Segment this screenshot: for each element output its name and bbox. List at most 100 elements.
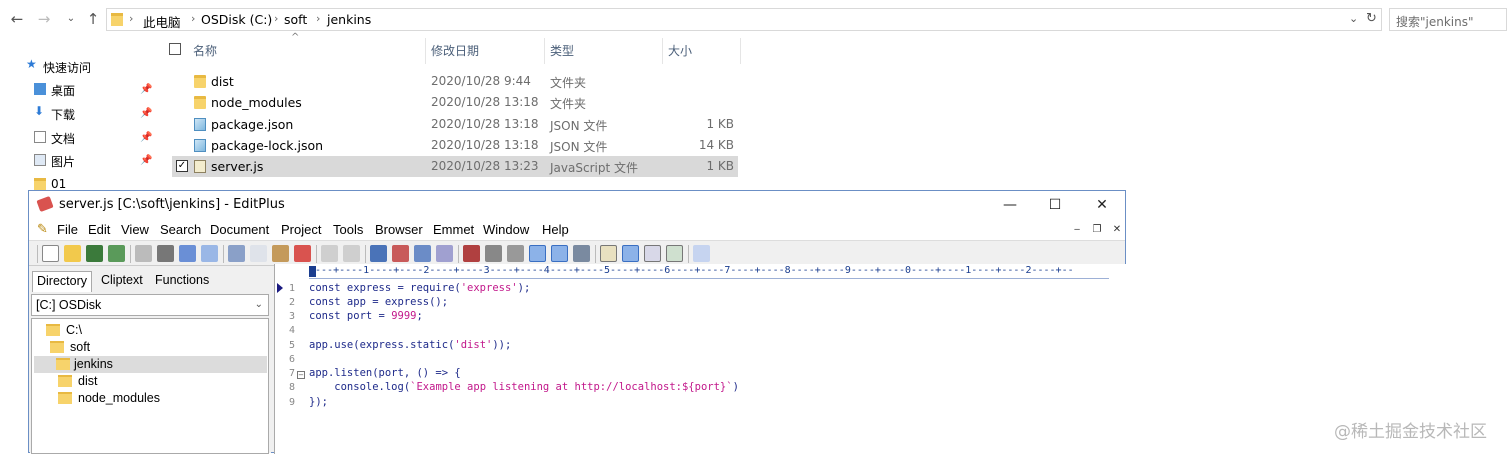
minimize-button[interactable]: — [995, 195, 1025, 215]
goto-line-icon[interactable] [436, 245, 453, 262]
line-number-icon[interactable] [529, 245, 546, 262]
pin-icon[interactable]: 📌 [140, 132, 152, 143]
find-in-files-icon[interactable] [414, 245, 431, 262]
code-line-7: app.listen(port, () => { [309, 367, 461, 379]
menu-search[interactable]: Search [160, 222, 201, 237]
column-header-type[interactable]: 类型 [550, 42, 574, 64]
recent-chevron-icon[interactable]: ⌄ [62, 9, 80, 29]
drive-select[interactable]: [C:] OSDisk ⌄ [31, 294, 269, 316]
pin-icon[interactable]: 📌 [140, 155, 152, 166]
column-divider[interactable] [662, 38, 663, 64]
refresh-icon[interactable] [201, 245, 218, 262]
menu-view[interactable]: View [121, 222, 149, 237]
fold-collapse-icon[interactable]: − [297, 371, 305, 379]
breadcrumb-this-pc[interactable]: 此电脑 [143, 12, 181, 31]
font-icon[interactable] [463, 245, 480, 262]
browser-icon[interactable] [666, 245, 683, 262]
save-all-icon[interactable] [108, 245, 125, 262]
back-arrow-icon[interactable]: ← [8, 9, 26, 29]
cliptext-window-icon[interactable] [600, 245, 617, 262]
menu-project[interactable]: Project [281, 222, 321, 237]
tree-node-node-modules[interactable]: node_modules [58, 390, 258, 407]
menu-emmet[interactable]: Emmet [433, 222, 474, 237]
close-button[interactable]: ✕ [1087, 195, 1117, 215]
line-number: 9 [288, 397, 295, 408]
copy-icon[interactable] [250, 245, 267, 262]
row-checkbox-checked[interactable]: ✓ [176, 160, 188, 172]
directory-window-icon[interactable] [622, 245, 639, 262]
column-header-date[interactable]: 修改日期 [431, 42, 479, 64]
menu-window[interactable]: Window [483, 222, 529, 237]
new-file-icon[interactable] [42, 245, 59, 262]
file-row-dist[interactable]: dist 2020/10/28 9:44 文件夹 [172, 71, 738, 92]
replace-icon[interactable] [392, 245, 409, 262]
address-bar[interactable]: › 此电脑 › OSDisk (C:) › soft › jenkins ⌄ ↻ [106, 8, 1382, 31]
html-toolbar-icon[interactable] [485, 245, 502, 262]
ruler-icon[interactable] [551, 245, 568, 262]
star-icon: ★ [26, 57, 37, 71]
column-header-size[interactable]: 大小 [668, 42, 692, 64]
desktop-icon [34, 83, 46, 95]
save-icon[interactable] [86, 245, 103, 262]
forward-arrow-icon[interactable]: → [35, 9, 53, 29]
title-bar[interactable]: server.js [C:\soft\jenkins] - EditPlus —… [29, 191, 1125, 219]
select-all-checkbox[interactable] [169, 43, 181, 55]
menu-browser[interactable]: Browser [375, 222, 423, 237]
file-row-package-json[interactable]: package.json 2020/10/28 13:18 JSON 文件 1 … [172, 114, 738, 135]
tab-directory[interactable]: Directory [32, 271, 93, 292]
line-number: 5 [288, 340, 295, 351]
file-row-node-modules[interactable]: node_modules 2020/10/28 13:18 文件夹 [172, 92, 738, 113]
tree-node-c[interactable]: C:\ [46, 322, 246, 339]
tree-node-label: C:\ [66, 323, 82, 337]
open-folder-icon[interactable] [64, 245, 81, 262]
breadcrumb-soft[interactable]: soft [284, 12, 307, 27]
tab-functions[interactable]: Functions [151, 271, 213, 292]
tab-cliptext[interactable]: Cliptext [97, 271, 147, 292]
search-input[interactable]: 搜索"jenkins" [1389, 8, 1507, 31]
tree-node-label: jenkins [74, 357, 113, 371]
file-name: dist [211, 74, 234, 89]
preferences-gear-icon[interactable] [573, 245, 590, 262]
menu-edit[interactable]: Edit [88, 222, 110, 237]
menu-file[interactable]: File [57, 222, 78, 237]
mdi-minimize-icon[interactable]: ‒ [1069, 223, 1085, 237]
print-icon[interactable] [157, 245, 174, 262]
column-divider[interactable] [740, 38, 741, 64]
pin-icon[interactable]: 📌 [140, 108, 152, 119]
tree-node-jenkins[interactable]: jenkins [34, 356, 267, 373]
breadcrumb-osdisk[interactable]: OSDisk (C:) [201, 12, 272, 27]
column-header-name[interactable]: 名称 [193, 42, 217, 64]
print-preview-icon[interactable] [135, 245, 152, 262]
code-line-1: const express = require('express'); [309, 282, 531, 294]
cut-icon[interactable] [228, 245, 245, 262]
refresh-icon[interactable]: ↻ [1366, 11, 1377, 26]
help-icon[interactable] [693, 245, 710, 262]
delete-icon[interactable] [294, 245, 311, 262]
find-icon[interactable] [370, 245, 387, 262]
paste-icon[interactable] [272, 245, 289, 262]
mdi-restore-icon[interactable]: ❐ [1089, 223, 1105, 237]
menu-tools[interactable]: Tools [333, 222, 363, 237]
output-window-icon[interactable] [644, 245, 661, 262]
line-number: 1 [288, 283, 295, 294]
up-arrow-icon[interactable]: ↑ [84, 9, 102, 29]
mdi-close-icon[interactable]: ✕ [1109, 223, 1125, 237]
maximize-button[interactable]: ☐ [1040, 195, 1070, 215]
spell-check-icon[interactable] [179, 245, 196, 262]
undo-icon[interactable] [321, 245, 338, 262]
word-wrap-icon[interactable] [507, 245, 524, 262]
redo-icon[interactable] [343, 245, 360, 262]
chevron-down-icon[interactable]: ⌄ [1349, 12, 1358, 25]
code-editor[interactable]: ----+----1----+----2----+----3----+----4… [274, 264, 1126, 454]
tree-node-label: soft [70, 340, 91, 354]
menu-help[interactable]: Help [542, 222, 569, 237]
breadcrumb-jenkins[interactable]: jenkins [327, 12, 371, 27]
menu-document[interactable]: Document [210, 222, 269, 237]
tree-node-dist[interactable]: dist [58, 373, 258, 390]
pin-icon[interactable]: 📌 [140, 84, 152, 95]
column-divider[interactable] [544, 38, 545, 64]
file-row-package-lock-json[interactable]: package-lock.json 2020/10/28 13:18 JSON … [172, 135, 738, 156]
file-row-server-js[interactable]: ✓ server.js 2020/10/28 13:23 JavaScript … [172, 156, 738, 177]
tree-node-soft[interactable]: soft [50, 339, 250, 356]
column-divider[interactable] [425, 38, 426, 64]
